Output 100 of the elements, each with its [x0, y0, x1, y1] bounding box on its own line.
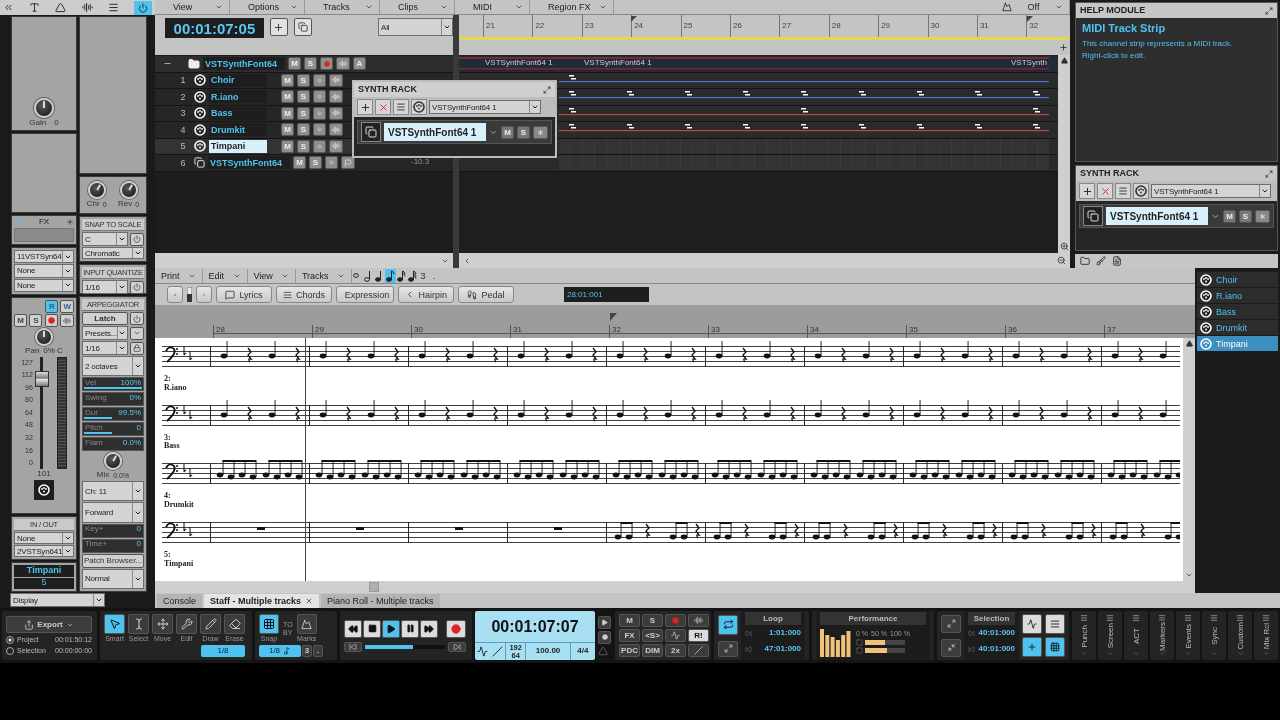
mix-button[interactable]: PDC — [619, 644, 640, 657]
staff-number: 3: — [164, 433, 172, 442]
export-button[interactable]: Export — [6, 616, 92, 633]
scale-dropdown[interactable]: Chromatic — [82, 247, 144, 259]
mix-button[interactable]: M — [619, 614, 640, 627]
module-tab[interactable]: ACT — [1124, 611, 1148, 660]
solo-button[interactable]: S — [29, 314, 43, 327]
parameter-slider[interactable]: Pitch 0 — [82, 422, 144, 437]
menu-item[interactable]: View — [247, 268, 296, 283]
menu-item[interactable]: Edit — [202, 268, 248, 283]
help-heading: MIDI Track Strip — [1082, 22, 1167, 35]
menu-item[interactable]: Clips — [380, 0, 455, 14]
menu-item[interactable]: View — [155, 0, 230, 14]
staff-name: Timpani — [164, 559, 195, 569]
routing-dropdown[interactable]: None — [14, 264, 74, 278]
track-list-item[interactable]: Choir — [1197, 272, 1278, 287]
clip-title: VSTSynthFont64 1 — [584, 58, 652, 67]
latch-button[interactable]: Latch — [82, 312, 128, 325]
track-list-item[interactable]: Bass — [1197, 304, 1278, 319]
key-dropdown[interactable]: C — [82, 232, 128, 246]
menu-item[interactable]: Tracks — [305, 0, 380, 14]
mix-button[interactable]: DIM — [642, 644, 663, 657]
display-dropdown[interactable]: Display — [10, 593, 105, 607]
track-list-item[interactable]: R.iano — [1197, 288, 1278, 303]
ruler-label: 35 — [906, 325, 1005, 338]
track-name-field[interactable]: Timpani — [209, 139, 267, 153]
synth-name-field[interactable]: VSTSynthFont64 1 — [1106, 207, 1209, 225]
synth-toggle[interactable]: S — [517, 125, 530, 139]
mode-dropdown[interactable]: Normal — [82, 568, 144, 589]
pan-value: 0% C — [43, 347, 63, 356]
track-list-item[interactable]: Timpani — [1197, 336, 1278, 351]
dot-button[interactable]: . — [428, 268, 440, 283]
mix-button[interactable]: FX — [619, 629, 640, 642]
module-tab[interactable]: Mix Rcl — [1254, 611, 1278, 660]
track-name-field[interactable]: Drumkit — [209, 123, 267, 137]
rate-dropdown[interactable]: 1/16 — [82, 341, 128, 355]
module-tab[interactable]: Custom — [1228, 611, 1252, 660]
position-field[interactable]: 28:01:001 — [564, 287, 649, 302]
track-name-field[interactable]: VSTSynthFont64 — [208, 156, 290, 170]
dot-button[interactable]: . — [313, 644, 323, 657]
view-tab[interactable]: Console — [157, 594, 203, 608]
snap-value-field[interactable]: 1/8 — [259, 644, 301, 657]
mix-button[interactable]: R! — [688, 629, 709, 642]
selection-start: 40:01:000 — [978, 628, 1015, 638]
staff-name: Bass — [164, 442, 181, 452]
track-number: 2 — [179, 91, 187, 102]
ruler-label: 31 — [976, 15, 1027, 37]
presets-dropdown[interactable]: Presets... — [82, 326, 128, 340]
track-name-field[interactable]: Choir — [209, 73, 267, 87]
view-tab[interactable]: Staff - Multiple tracks — [204, 594, 320, 608]
synth-dropdown[interactable]: VSTSynthFont64 1 — [1151, 184, 1271, 198]
range-dropdown[interactable]: 2 octaves — [82, 356, 144, 377]
synth-dropdown[interactable]: VSTSynthFont64 1 — [429, 100, 541, 114]
resolution-field[interactable]: 1/8 — [201, 644, 245, 657]
routing-dropdown[interactable]: None — [14, 278, 74, 292]
parameter-label: Pitch — [85, 423, 103, 433]
patch-browser-button[interactable]: Patch Browser... — [82, 553, 144, 568]
menu-item[interactable]: Print — [155, 268, 203, 283]
module-tab[interactable]: Markers — [1150, 611, 1174, 660]
menu-item[interactable]: Region FX — [530, 0, 614, 14]
staff-tool-button[interactable]: Hairpin — [398, 286, 454, 303]
staff-tool-button[interactable]: Lyrics — [216, 286, 272, 303]
track-name-field[interactable]: Bass — [209, 106, 267, 120]
ruler-label: 37 — [1104, 325, 1195, 338]
synth-toggle[interactable]: M — [1223, 209, 1236, 223]
ruler-label: 29 — [312, 325, 411, 338]
track-list-item[interactable]: Drumkit — [1197, 320, 1278, 335]
mix-button[interactable]: <S> — [642, 629, 663, 642]
staff-tool-button[interactable]: Expression — [336, 286, 394, 303]
module-tab[interactable]: Punch — [1072, 611, 1096, 660]
staff-tool-button[interactable]: Pedal — [458, 286, 514, 303]
channel-dropdown[interactable]: Ch: 11 — [82, 481, 144, 502]
staff-tool-button[interactable]: Chords — [276, 286, 332, 303]
tuplet-button[interactable]: 3 — [417, 268, 429, 283]
routing-dropdown[interactable]: 11VSTSyn64 — [14, 250, 74, 264]
mix-button[interactable]: 2x — [665, 644, 686, 657]
menu-item[interactable]: Options — [230, 0, 305, 14]
menu-item[interactable]: Tracks — [295, 268, 352, 283]
module-tab[interactable]: Sync — [1202, 611, 1226, 660]
menu-item[interactable]: MIDI — [455, 0, 530, 14]
module-tab[interactable]: Screen — [1098, 611, 1122, 660]
output-dropdown[interactable]: 2VSTSyn641 — [14, 545, 74, 557]
direction-dropdown[interactable]: Forward — [82, 502, 144, 523]
synth-name-field[interactable]: VSTSynthFont64 1 — [384, 123, 487, 141]
module-tab[interactable]: Events — [1176, 611, 1200, 660]
filter-dropdown[interactable]: All — [378, 18, 453, 36]
strip-toggle[interactable]: W — [60, 300, 74, 313]
mix-button[interactable]: S — [642, 614, 663, 627]
mute-button[interactable]: M — [14, 314, 27, 327]
parameter-slider[interactable]: Vel 100% — [82, 377, 144, 392]
parameter-slider[interactable]: Dur 99.5% — [82, 407, 144, 422]
track-name-field[interactable]: R.iano — [209, 90, 267, 104]
synth-toggle[interactable]: M — [501, 125, 514, 139]
track-name-field[interactable]: VSTSynthFont64 — [203, 57, 285, 71]
input-dropdown[interactable]: None — [14, 532, 74, 544]
track-name-field[interactable]: Timpani — [14, 565, 74, 577]
view-tab[interactable]: Piano Roll - Multiple tracks — [321, 594, 440, 608]
synth-toggle[interactable]: S — [1239, 209, 1252, 223]
tuplet-button[interactable]: 3 — [302, 644, 312, 657]
quantize-dropdown[interactable]: 1/16 — [82, 280, 128, 294]
